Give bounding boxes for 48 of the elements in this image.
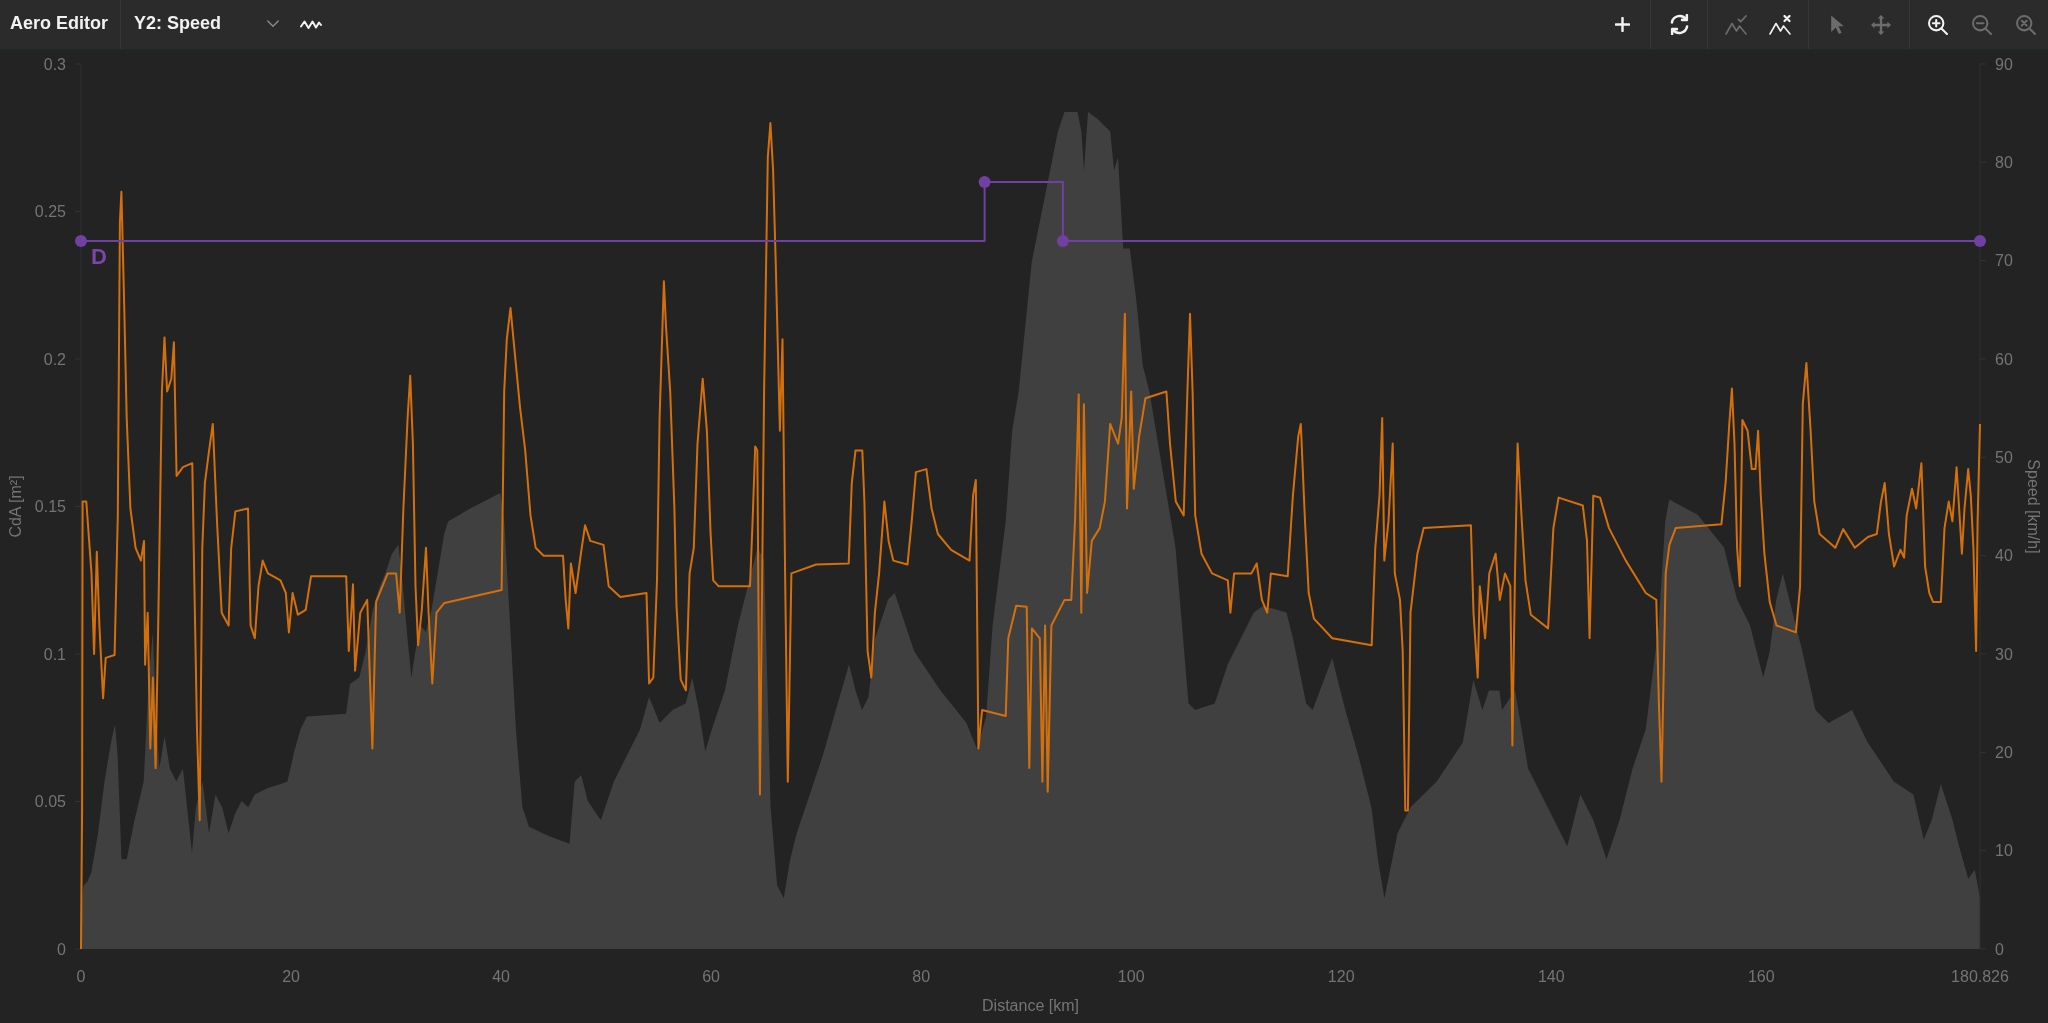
refresh-icon xyxy=(1669,14,1689,35)
segment-handle[interactable] xyxy=(1056,235,1069,247)
segment-handle[interactable] xyxy=(978,176,991,188)
zoom-in-icon xyxy=(1928,14,1948,35)
zoom-out-icon xyxy=(1972,14,1992,35)
axis-tick-label: 140 xyxy=(1537,967,1565,985)
series-dropdown[interactable]: Y2: Speed xyxy=(121,0,290,49)
axis-tick-label: 40 xyxy=(492,967,510,985)
axis-tick-label: 20 xyxy=(282,967,300,985)
axis-tick-label: 60 xyxy=(702,967,720,985)
chevron-down-icon xyxy=(267,20,280,27)
axis-tick-label: 0.1 xyxy=(43,645,66,663)
axis-tick-label: 0.25 xyxy=(34,203,66,220)
axis-tick-label: 10 xyxy=(1995,842,2013,860)
axis-tick-label: 40 xyxy=(1995,547,2013,565)
axis-tick-label: 70 xyxy=(1995,252,2013,270)
app-title: Aero Editor xyxy=(10,12,108,35)
mountain-x-icon xyxy=(1768,14,1792,35)
axis-tick-label: 80 xyxy=(912,967,931,985)
axis-tick-label: 80 xyxy=(1995,153,2013,171)
axis-tick-label: 30 xyxy=(1995,645,2013,663)
plus-icon xyxy=(1614,17,1630,32)
axis-tick-label: 0.2 xyxy=(43,350,66,368)
axis-tick-label: 0.05 xyxy=(34,793,66,810)
zigzag-icon xyxy=(300,19,323,30)
pointer-icon xyxy=(1830,15,1844,34)
axis-tick-label: 50 xyxy=(1995,448,2013,466)
segment-label: D xyxy=(91,244,107,269)
axis-tick-label: 20 xyxy=(1995,743,2013,761)
axis-tick-label: 60 xyxy=(1995,350,2013,368)
axis-tick-label: 0 xyxy=(57,940,66,958)
axis-title: Distance [km] xyxy=(982,996,1079,1014)
axis-tick-label: 90 xyxy=(1995,55,2013,73)
axis-title: CdA [m²] xyxy=(6,475,24,538)
axis-title: Speed [km/h] xyxy=(2024,459,2042,554)
axis-tick-label: 180.826 xyxy=(1951,967,2009,985)
axis-tick-label: 0.3 xyxy=(43,55,66,73)
segment-handle[interactable] xyxy=(1974,235,1986,247)
axis-tick-label: 0 xyxy=(76,967,86,985)
axis-tick-label: 100 xyxy=(1117,967,1145,985)
axis-tick-label: 0.15 xyxy=(34,498,66,515)
magnifier-x-icon xyxy=(2016,14,2036,35)
axis-tick-label: 120 xyxy=(1327,967,1355,985)
axis-tick-label: 160 xyxy=(1747,967,1775,985)
segment-handle[interactable] xyxy=(75,235,87,247)
axis-tick-label: 0 xyxy=(1995,940,2004,958)
move-icon xyxy=(1871,14,1891,35)
mountain-check-icon xyxy=(1724,14,1748,35)
